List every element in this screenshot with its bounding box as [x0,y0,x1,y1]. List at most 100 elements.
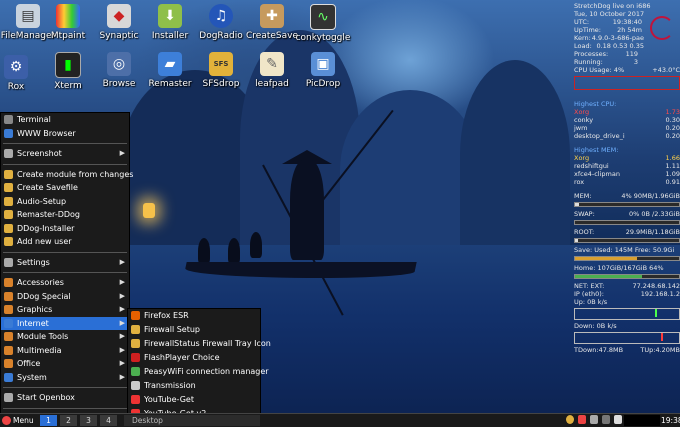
file-manager-icon: ▤ [16,4,40,28]
menu-item-icon [4,278,13,287]
menu-item-icon [4,332,13,341]
submenu-arrow-icon: ▶ [119,305,125,313]
menu-item-ddog-installer[interactable]: DDog-Installer [1,222,129,236]
synaptic-icon: ◆ [107,4,131,28]
network-icon[interactable] [590,415,598,424]
desktop-icon-mtpaint[interactable]: Mtpaint [40,4,96,41]
menu-button[interactable]: Menu [0,414,38,427]
menu-item-audio-setup[interactable]: Audio-Setup [1,195,129,209]
desktop-icon-installer[interactable]: ⬇ Installer [142,4,198,41]
submenu-item-transmission[interactable]: Transmission [128,379,260,393]
sfsdrop-icon: SFS [209,52,233,76]
menu-item-create-savefile[interactable]: Create Savefile [1,181,129,195]
taskbar-task-desktop[interactable]: Desktop [124,415,260,426]
picdrop-icon: ▣ [311,52,335,76]
menu-separator [3,407,127,409]
tips-icon[interactable] [566,415,574,424]
submenu-item-peasywifi-connection-manager[interactable]: PeasyWiFi connection manager [128,365,269,379]
swap-bar [574,220,680,225]
menu-item-terminal[interactable]: Terminal [1,113,129,127]
top-cpu-process: Xorg 1.73 [574,108,680,116]
remaster-icon: ▰ [158,52,182,76]
menu-item-icon [4,115,13,124]
cormorant [228,238,240,264]
menu-item-icon [4,291,13,301]
menu-item-multimedia[interactable]: Multimedia ▶ [1,344,129,358]
menu-separator [3,272,127,273]
menu-item-screenshot[interactable]: Screenshot ▶ [1,147,129,161]
menu-item-create-module-from-changes[interactable]: Create module from changes [1,168,133,182]
submenu-item-youtube-get[interactable]: YouTube-Get [128,393,260,407]
menu-separator [3,143,127,144]
desktop-icon-leafpad[interactable]: ✎ leafpad [244,52,300,89]
save-bar [574,256,680,261]
workspace-4[interactable]: 4 [100,415,117,426]
cormorant [198,238,210,264]
submenu-arrow-icon: ▶ [119,359,125,367]
menu-item-graphics[interactable]: Graphics ▶ [1,303,129,317]
top-cpu-process: jwm 0.20 [574,124,680,132]
menu-item-internet[interactable]: Internet ▶ [1,316,129,330]
menu-item-remaster-ddog[interactable]: Remaster-DDog [1,208,129,222]
desktop-icon-rox[interactable]: ⚙ Rox [0,55,44,92]
menu-item-module-tools[interactable]: Module Tools ▶ [1,330,129,344]
menu-item-system[interactable]: System ▶ [1,371,129,385]
submenu-arrow-icon: ▶ [119,345,125,354]
menu-item-icon [4,237,13,246]
upload-graph [574,308,680,320]
menu-item-icon [4,359,13,368]
submenu-item-icon [131,311,140,320]
menu-item-www-browser[interactable]: WWW Browser [1,127,129,141]
menu-item-settings[interactable]: Settings ▶ [1,256,129,270]
desktop-icon-createsave[interactable]: ✚ CreateSave [244,4,300,41]
desktop-icon-xterm[interactable]: ▮ Xterm [40,52,96,91]
leafpad-icon: ✎ [260,52,284,76]
desktop-icon-conkytoggle[interactable]: ∿ conkytoggle [295,4,351,43]
conky-monitor: StretchDog live on i686 Tue, 10 October … [574,2,680,354]
download-graph [574,332,680,344]
clipboard-icon[interactable] [602,415,610,424]
menu-item-start-openbox[interactable]: Start Openbox [1,391,129,405]
volume-icon[interactable] [614,415,622,424]
clock[interactable]: 19:38 [661,415,680,426]
menu-item-ddog-special[interactable]: DDog Special ▶ [1,290,129,304]
desktop-icon-synaptic[interactable]: ◆ Synaptic [91,4,147,41]
menu-item-icon [4,372,13,382]
workspace-3[interactable]: 3 [80,415,97,426]
workspace-1[interactable]: 1 [40,415,57,426]
installer-icon: ⬇ [158,4,182,28]
menu-item-add-new-user[interactable]: Add new user [1,235,129,249]
menu-item-icon [4,305,13,314]
home-bar [574,274,680,279]
desktop-icon-dogradio[interactable]: ♫ DogRadio [193,4,249,41]
submenu-item-icon [131,325,140,334]
createsave-icon: ✚ [260,4,284,28]
submenu-item-flashplayer-choice[interactable]: FlashPlayer Choice [128,351,260,365]
desktop-icon-sfsdrop[interactable]: SFS SFSdrop [193,52,249,89]
workspace-2[interactable]: 2 [60,415,77,426]
menu-item-icon [4,345,13,355]
dogradio-icon: ♫ [209,4,233,28]
submenu-arrow-icon: ▶ [119,291,125,300]
menu-item-accessories[interactable]: Accessories ▶ [1,276,129,290]
menu-separator [3,251,127,253]
menu-item-icon [4,318,13,328]
desktop-icon-remaster[interactable]: ▰ Remaster [142,52,198,89]
top-cpu-process: conky 0.30 [574,116,680,124]
submenu-item-icon [131,395,140,404]
submenu-item-firewallstatus-firewall-tray-icon[interactable]: FirewallStatus Firewall Tray Icon [128,337,271,351]
cpu-graph [574,76,680,90]
puppy-logo-icon [2,416,11,425]
menu-separator [3,387,127,388]
desktop-icon-browse[interactable]: ◎ Browse [91,52,147,89]
submenu-item-firefox-esr[interactable]: Firefox ESR [128,309,260,323]
mountain [460,60,570,250]
root-bar [574,238,680,243]
firewall-icon[interactable] [578,415,586,424]
submenu-arrow-icon: ▶ [119,318,125,327]
submenu-item-icon [131,367,140,376]
menu-item-office[interactable]: Office ▶ [1,357,129,371]
desktop-icon-picdrop[interactable]: ▣ PicDrop [295,52,351,89]
submenu-item-icon [131,339,140,348]
submenu-item-firewall-setup[interactable]: Firewall Setup [128,323,260,337]
